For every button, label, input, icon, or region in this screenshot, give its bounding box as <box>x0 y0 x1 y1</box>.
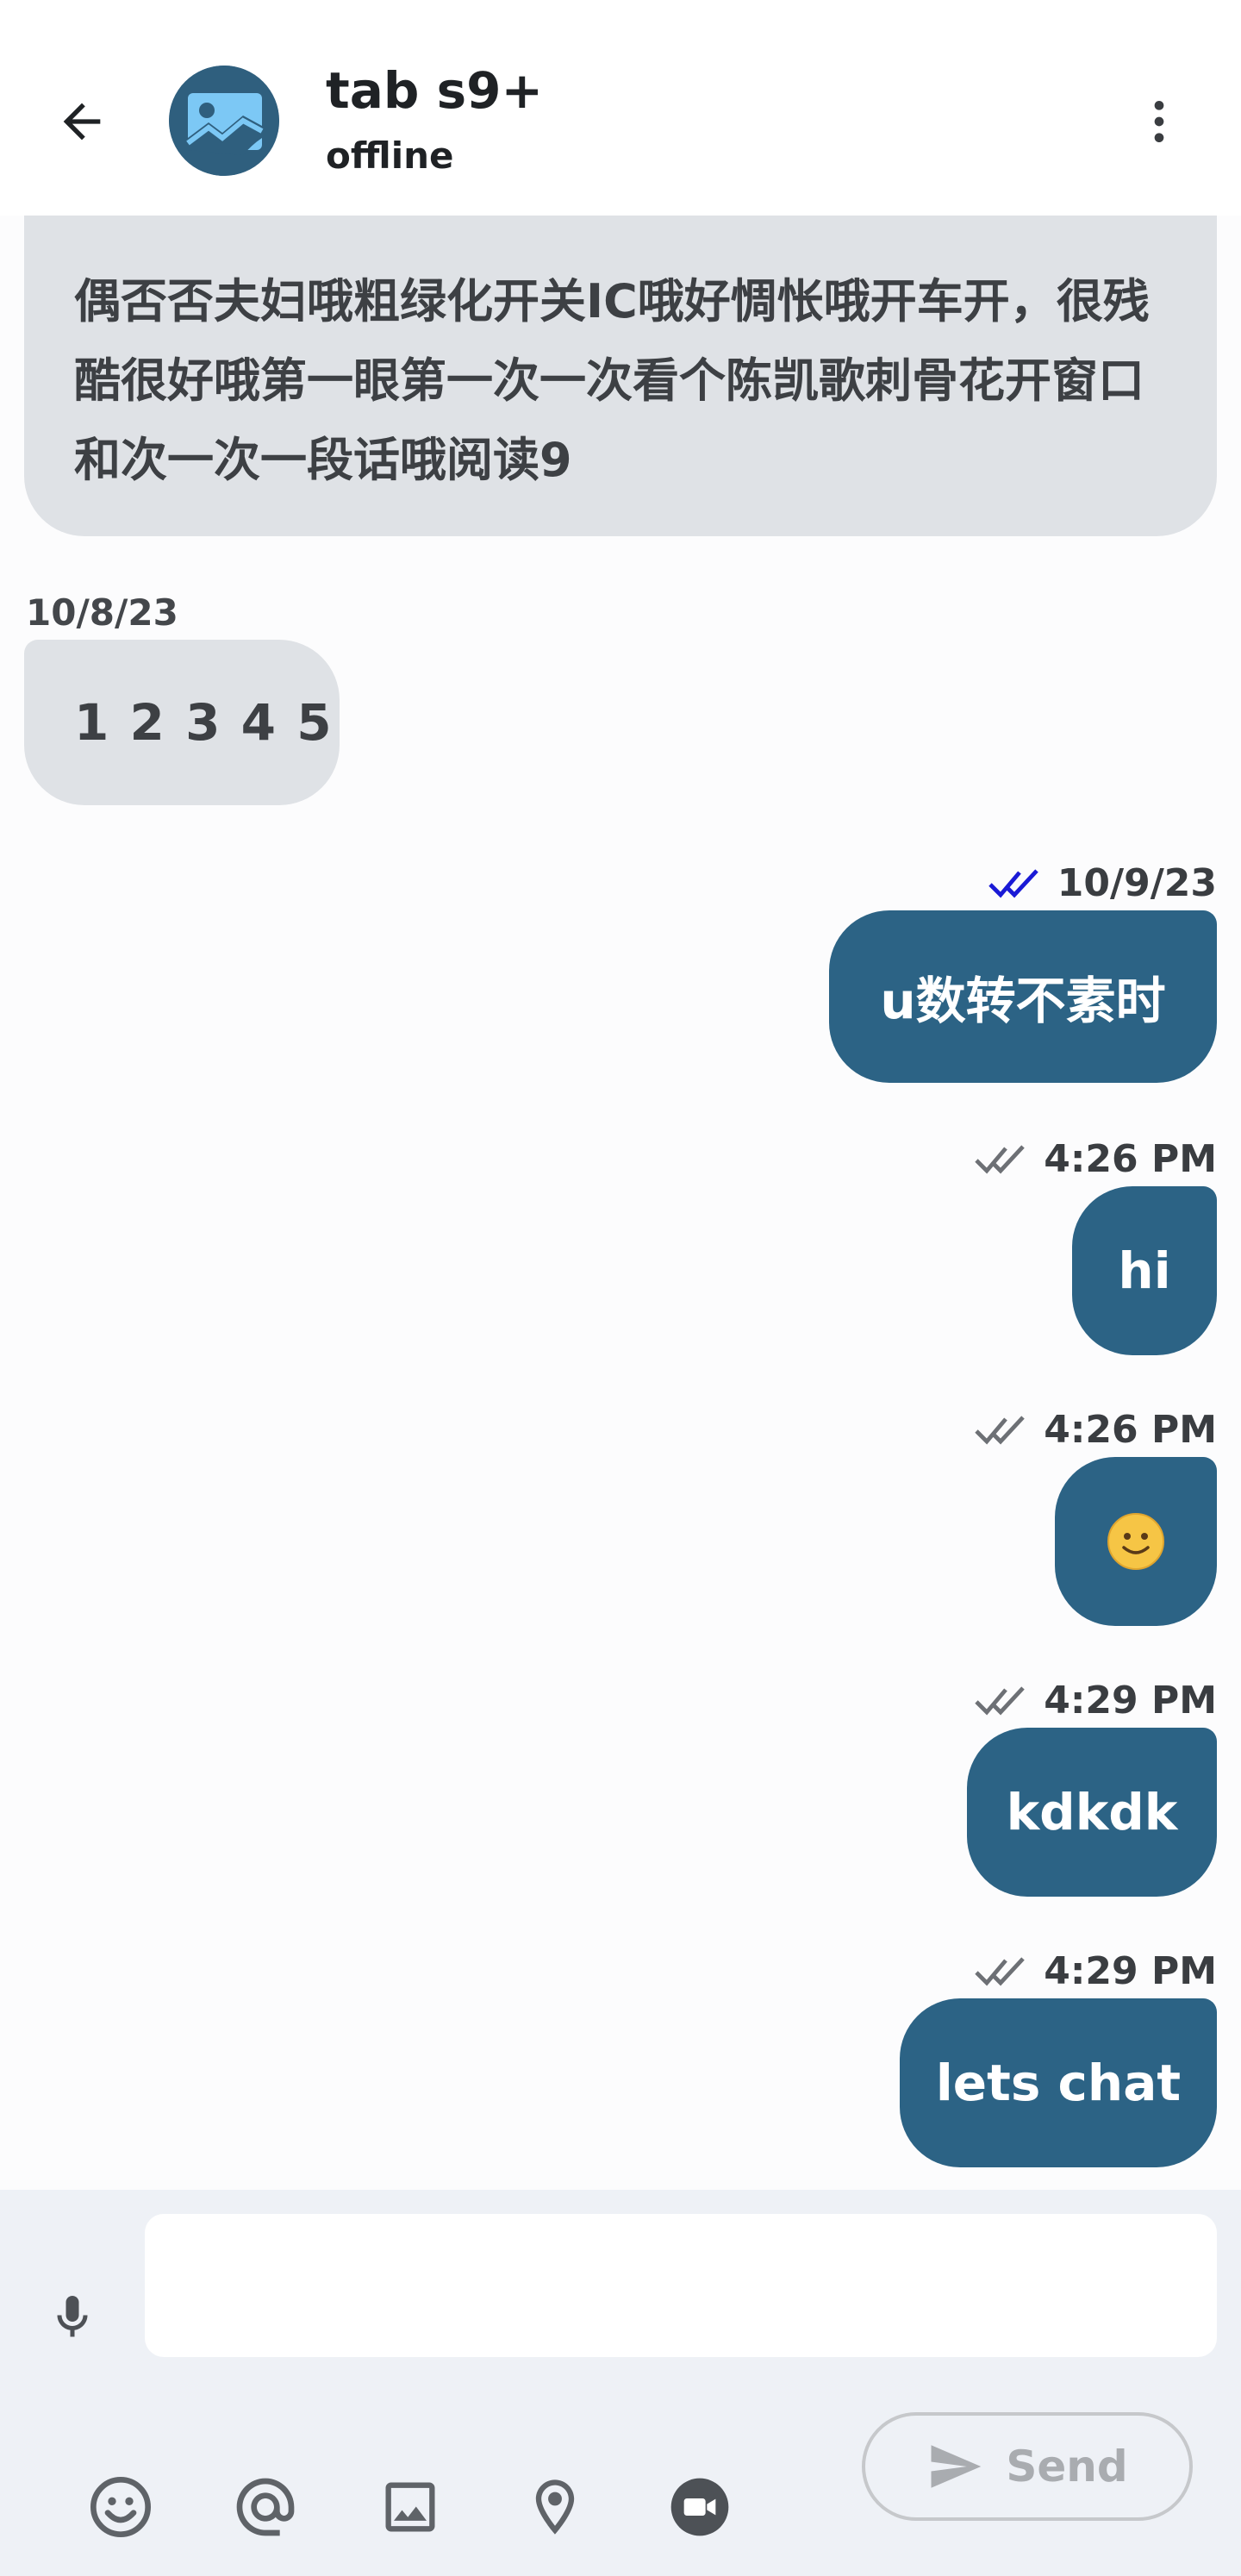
message-meta: 4:29 PM <box>973 1676 1217 1724</box>
video-icon <box>670 2478 729 2536</box>
message-time: 4:29 PM <box>1044 1948 1217 1993</box>
message-input[interactable] <box>145 2214 1217 2357</box>
image-icon <box>385 2482 435 2532</box>
message-outgoing[interactable]: lets chat <box>900 1998 1217 2167</box>
image-placeholder-icon <box>169 66 279 176</box>
double-check-icon <box>973 1954 1030 1988</box>
attach-image-button[interactable] <box>369 2466 452 2548</box>
double-check-icon <box>973 1141 1030 1176</box>
message-time: 4:26 PM <box>1044 1136 1217 1181</box>
send-button[interactable]: Send <box>862 2412 1193 2521</box>
message-time: 10/9/23 <box>1057 860 1217 905</box>
avatar[interactable] <box>169 66 279 176</box>
chat-title[interactable]: tab s9+ <box>326 63 543 119</box>
smiley-emoji-icon <box>1107 1513 1164 1570</box>
voice-record-button[interactable] <box>34 2279 110 2355</box>
more-vertical-icon <box>1154 101 1164 142</box>
message-date: 10/8/23 <box>26 591 178 634</box>
message-outgoing[interactable]: hi <box>1072 1186 1217 1355</box>
message-meta: 4:26 PM <box>973 1405 1217 1454</box>
send-icon <box>931 2445 982 2488</box>
arrow-left-icon <box>63 103 101 141</box>
mention-button[interactable] <box>224 2466 307 2548</box>
double-check-icon <box>973 1683 1030 1717</box>
message-incoming[interactable]: 偶否否夫妇哦粗绿化开关IC哦好惆怅哦开车开，很残酷很好哦第一眼第一次一次看个陈凯… <box>24 216 1217 536</box>
message-outgoing[interactable] <box>1055 1457 1217 1626</box>
message-meta: 10/9/23 <box>987 859 1217 907</box>
double-check-icon <box>987 866 1044 900</box>
at-mention-icon <box>236 2478 295 2536</box>
send-label: Send <box>1006 2442 1128 2492</box>
emoji-icon <box>90 2477 151 2537</box>
message-meta: 4:26 PM <box>973 1135 1217 1183</box>
overflow-menu-button[interactable] <box>1120 83 1198 160</box>
message-incoming[interactable]: 1 2 3 4 5 <box>24 640 340 805</box>
emoji-button[interactable] <box>79 2466 162 2548</box>
message-outgoing[interactable]: kdkdk <box>967 1728 1217 1897</box>
message-outgoing[interactable]: u数转不素时 <box>829 910 1217 1083</box>
message-meta: 4:29 PM <box>973 1947 1217 1995</box>
chat-header: tab s9+ offline <box>0 0 1241 216</box>
video-message-button[interactable] <box>658 2466 741 2548</box>
share-location-button[interactable] <box>514 2466 596 2548</box>
message-time: 4:26 PM <box>1044 1407 1217 1452</box>
message-time: 4:29 PM <box>1044 1678 1217 1723</box>
back-button[interactable] <box>43 83 121 160</box>
message-list[interactable]: 偶否否夫妇哦粗绿化开关IC哦好惆怅哦开车开，很残酷很好哦第一眼第一次一次看个陈凯… <box>0 216 1241 2190</box>
microphone-icon <box>57 2296 88 2337</box>
double-check-icon <box>973 1412 1030 1447</box>
location-pin-icon <box>535 2479 575 2535</box>
presence-status: offline <box>326 134 454 177</box>
